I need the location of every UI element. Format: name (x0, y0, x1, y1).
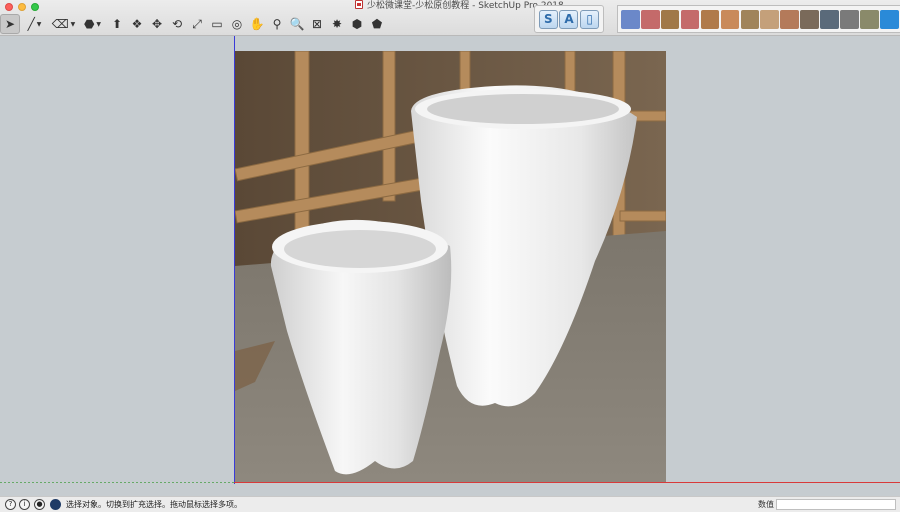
solid-union-icon[interactable] (760, 9, 780, 29)
flip-edge-icon[interactable] (740, 9, 760, 29)
follow-me-icon: ❖ (131, 17, 143, 31)
select-tool[interactable]: ➤ (0, 14, 20, 34)
scale-tool[interactable]: ⤢ (187, 14, 207, 34)
follow-me-tool[interactable]: ❖ (127, 14, 147, 34)
user-account-icon[interactable]: ● (34, 499, 45, 510)
red-axis-line (234, 482, 900, 483)
styles-toolbar: S A ▯ (534, 5, 604, 33)
paint-bucket-tool[interactable]: ⬣ ▼ (78, 14, 107, 34)
title-and-toolbar-bar: 少松微课堂-少松原创教程 - SketchUp Pro 2018 ➤ ╱ ▼ ⌫ ▼ ⬣ ▼… (0, 0, 900, 36)
line-tool[interactable]: ╱ ▼ (20, 14, 49, 34)
move-icon: ✥ (151, 17, 163, 31)
walk-icon: ⚲ (272, 17, 282, 31)
zoom-icon: 🔍 (289, 17, 305, 31)
extension-warehouse-tool[interactable]: ⬟ (367, 14, 387, 34)
orbit-tool[interactable]: ◎ (227, 14, 247, 34)
select-icon: ➤ (4, 17, 16, 31)
push-pull-icon: ⬆ (111, 17, 123, 31)
pan-icon: ✋ (249, 17, 265, 31)
paint-bucket-icon: ⬣ (83, 17, 95, 31)
zoom-window-tool[interactable]: ⊠ (307, 14, 327, 34)
zoom-extents-tool[interactable]: ✸ (327, 14, 347, 34)
warehouse-tool[interactable]: ⬢ (347, 14, 367, 34)
vase-photo-image (235, 51, 666, 482)
solid-split-icon[interactable] (840, 9, 859, 29)
window-maximize-button[interactable] (31, 3, 39, 11)
eraser-tool[interactable]: ⌫ ▼ (49, 14, 78, 34)
zoom-extents-icon: ✸ (331, 17, 343, 31)
tape-measure-icon: ▭ (211, 17, 223, 31)
chevron-down-icon[interactable]: ▼ (71, 21, 76, 28)
window-close-button[interactable] (5, 3, 13, 11)
extension-warehouse-icon: ⬟ (371, 17, 383, 31)
geo-location-icon[interactable]: ? (5, 499, 16, 510)
sandbox-solid-toolbar (617, 5, 900, 33)
solid-subtract-icon[interactable] (800, 9, 819, 29)
scale-icon: ⤢ (192, 17, 202, 31)
window-title: 少松微课堂-少松原创教程 - SketchUp Pro 2018 (355, 0, 564, 12)
status-bar: ? i ● 选择对象。切换到扩充选择。拖动鼠标选择多项。 数值 (0, 496, 900, 512)
pan-tool[interactable]: ✋ (247, 14, 267, 34)
tape-measure-tool[interactable]: ▭ (207, 14, 227, 34)
sandbox-from-scratch-icon[interactable] (640, 9, 660, 29)
status-message: 选择对象。切换到扩充选择。拖动鼠标选择多项。 (66, 500, 242, 509)
outer-shell-icon[interactable] (860, 9, 879, 29)
stamp-icon[interactable] (680, 9, 700, 29)
measurements-input[interactable] (776, 499, 896, 510)
add-detail-icon[interactable] (720, 9, 740, 29)
document-icon (355, 0, 363, 9)
push-pull-tool[interactable]: ⬆ (107, 14, 127, 34)
style-button-3[interactable]: ▯ (580, 9, 600, 29)
orbit-icon: ◎ (231, 17, 243, 31)
rotate-tool[interactable]: ⟲ (167, 14, 187, 34)
chevron-down-icon[interactable]: ▼ (37, 21, 42, 28)
warehouse-icon: ⬢ (351, 17, 363, 31)
modeling-viewport[interactable] (0, 36, 900, 484)
line-icon: ╱ (27, 17, 35, 31)
green-axis-line (0, 482, 234, 483)
chevron-down-icon[interactable]: ▼ (96, 21, 101, 28)
drape-icon[interactable] (700, 9, 720, 29)
style-button-2[interactable]: A (559, 9, 579, 29)
main-toolbar: ➤ ╱ ▼ ⌫ ▼ ⬣ ▼ ⬆ ❖ ✥ ⟲ ⤢ ▭ ◎ ✋ ⚲ 🔍 ⊠ ✸ ⬢ ⬟ (0, 12, 387, 36)
eraser-icon: ⌫ (51, 17, 69, 31)
section-plane-icon[interactable] (879, 9, 899, 29)
solid-intersect-icon[interactable] (780, 9, 799, 29)
sandbox-from-contours-icon[interactable] (621, 9, 640, 29)
style-button-1[interactable]: S (538, 9, 558, 29)
window-minimize-button[interactable] (18, 3, 26, 11)
instructor-icon[interactable] (50, 499, 61, 510)
zoom-tool[interactable]: 🔍 (287, 14, 307, 34)
walk-tool[interactable]: ⚲ (267, 14, 287, 34)
blue-axis-line (234, 36, 235, 484)
solid-trim-icon[interactable] (820, 9, 839, 29)
move-tool[interactable]: ✥ (147, 14, 167, 34)
measurements-label: 数值 (758, 500, 774, 509)
credits-icon[interactable]: i (19, 499, 30, 510)
rotate-icon: ⟲ (171, 17, 183, 31)
smoove-icon[interactable] (660, 9, 680, 29)
zoom-window-icon: ⊠ (311, 17, 323, 31)
